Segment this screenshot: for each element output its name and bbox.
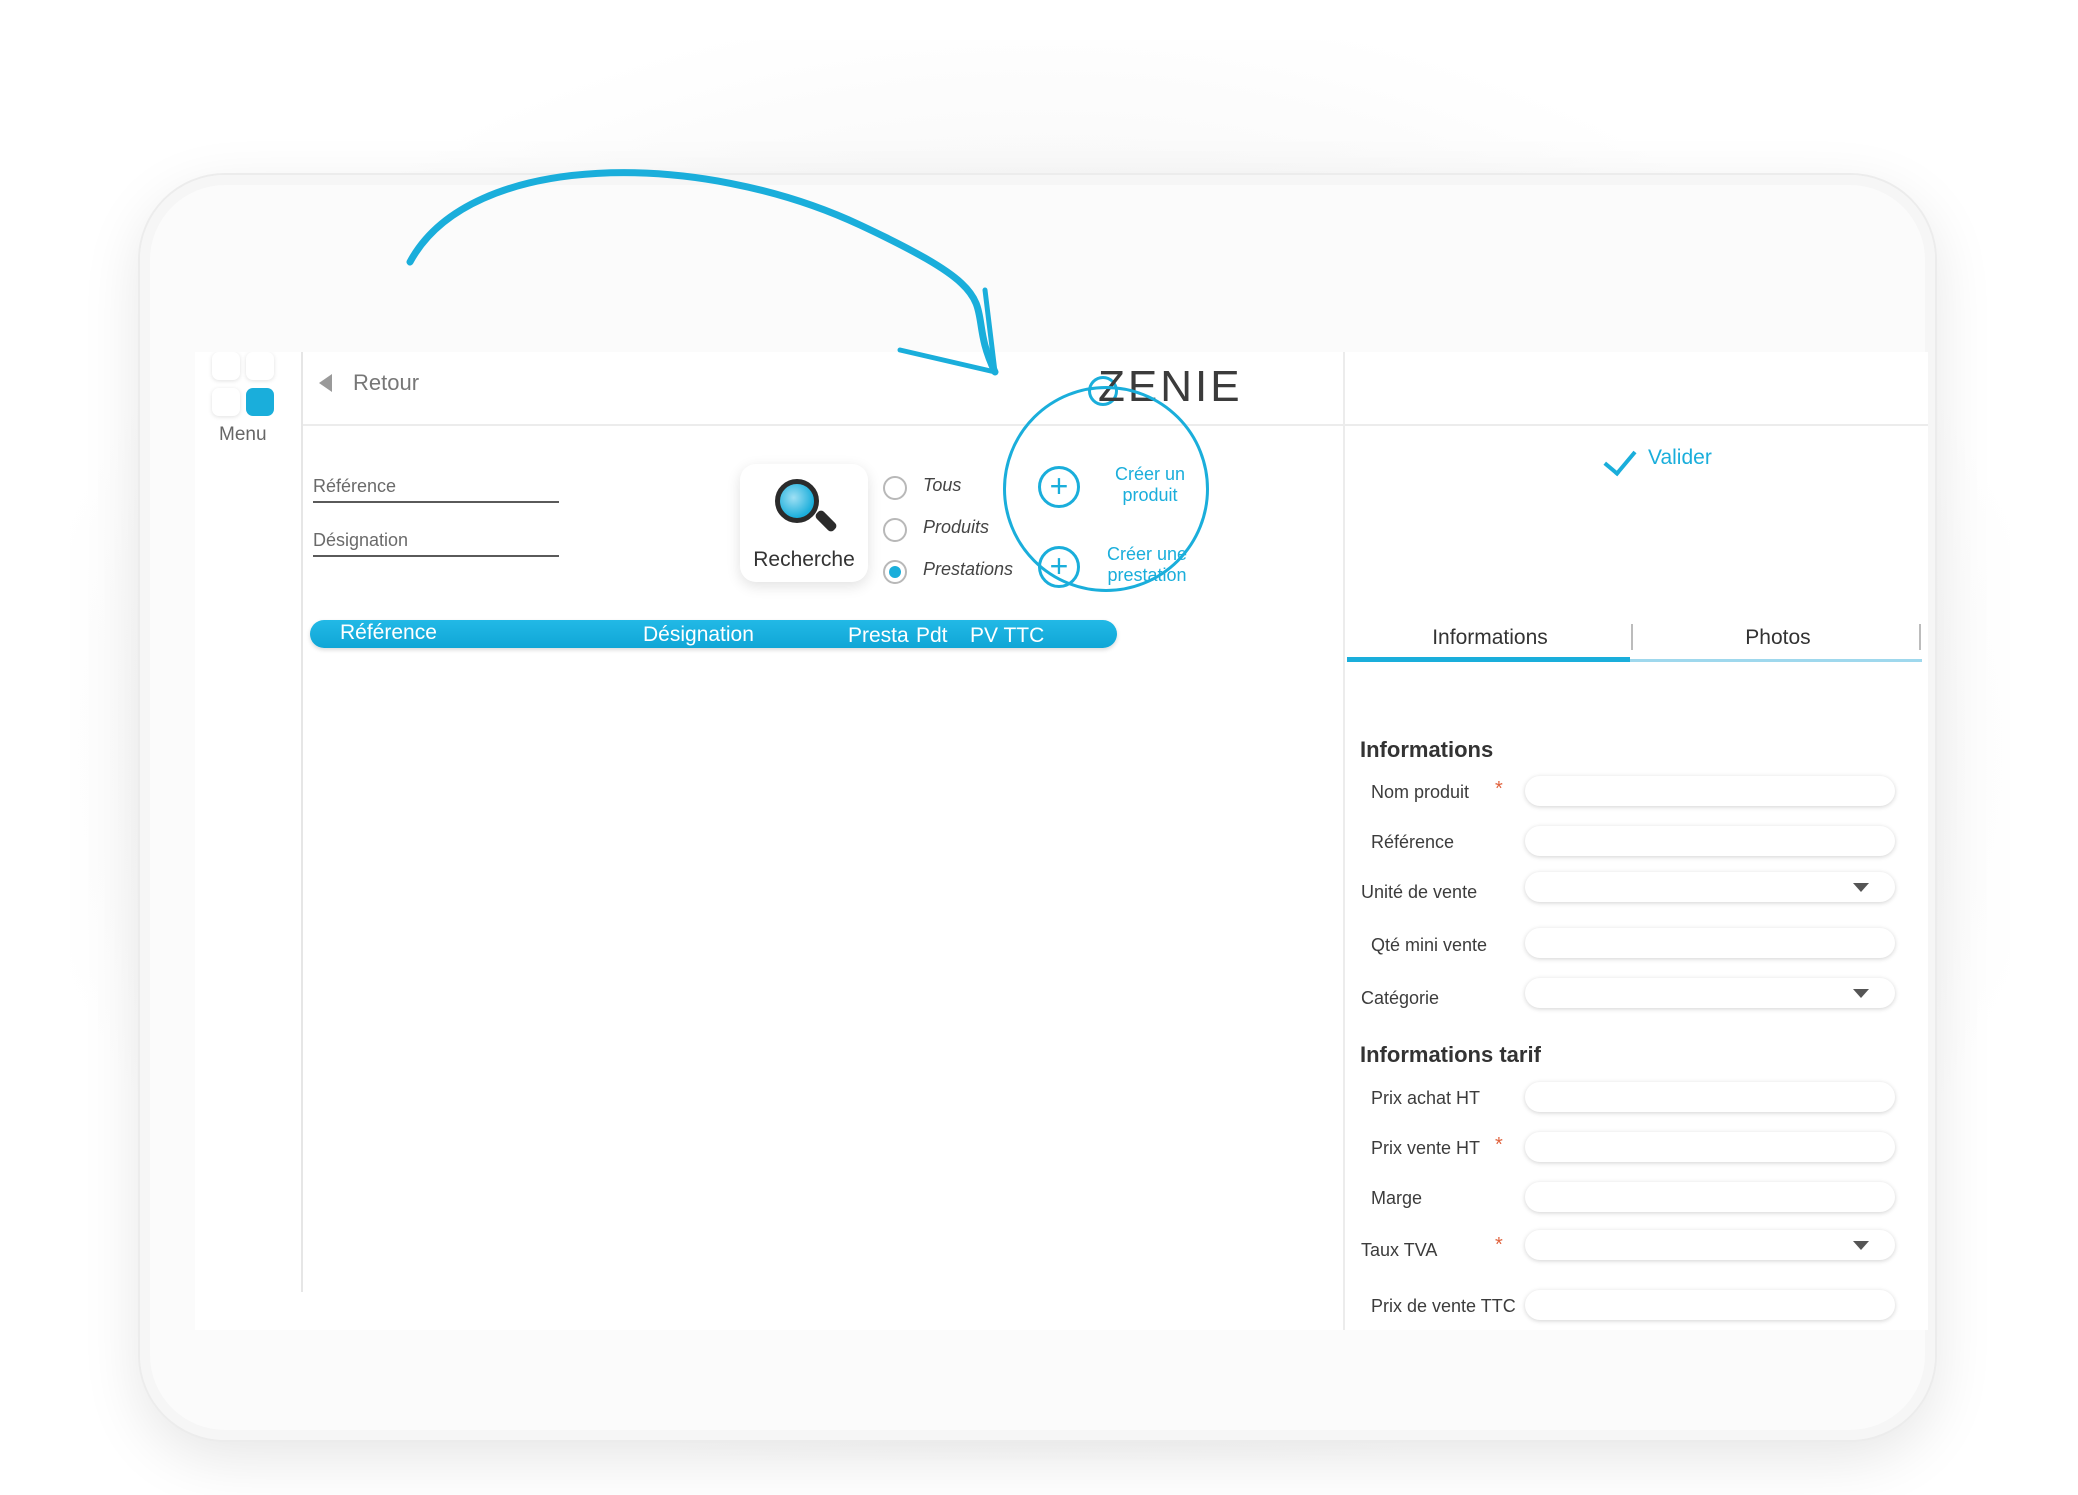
purchase-price-input[interactable]	[1525, 1082, 1895, 1112]
section-informations: Informations	[1360, 737, 1494, 762]
col-reference[interactable]: Référence	[340, 621, 437, 645]
col-product[interactable]: Pdt	[916, 624, 948, 648]
min-qty-input[interactable]	[1525, 928, 1895, 958]
search-button[interactable]: Recherche	[740, 464, 868, 582]
sales-unit-select[interactable]	[1525, 872, 1895, 902]
create-product-plus-icon[interactable]: +	[1038, 466, 1080, 508]
product-name-input[interactable]	[1525, 776, 1895, 806]
filter-all-label: Tous	[923, 475, 962, 495]
back-button[interactable]: Retour	[353, 370, 419, 396]
left-rail: Menu	[195, 352, 303, 1292]
back-arrow-icon[interactable]	[319, 374, 332, 392]
label-margin: Marge	[1371, 1188, 1423, 1208]
magnifier-icon	[775, 479, 819, 523]
tab-divider-end	[1919, 624, 1921, 650]
dropdown-caret-icon	[1853, 989, 1869, 998]
required-mark: *	[1495, 778, 1503, 800]
create-service-button[interactable]: Créer une prestation	[1084, 544, 1210, 586]
radio-all[interactable]	[883, 476, 907, 500]
required-mark: *	[1495, 1234, 1503, 1256]
col-designation[interactable]: Désignation	[643, 623, 754, 647]
create-product-button[interactable]: Créer un produit	[1090, 464, 1210, 506]
radio-services[interactable]	[883, 560, 907, 584]
label-vat-rate: Taux TVA	[1361, 1240, 1438, 1260]
create-service-plus-icon[interactable]: +	[1038, 546, 1080, 588]
required-mark: *	[1495, 1134, 1503, 1156]
tab-active-indicator	[1347, 657, 1630, 662]
label-reference: Référence	[1371, 832, 1455, 852]
sale-price-ht-input[interactable]	[1525, 1132, 1895, 1162]
label-product-name: Nom produit	[1371, 782, 1470, 802]
menu-grid-icon[interactable]	[212, 352, 276, 418]
search-button-label: Recherche	[753, 548, 855, 571]
designation-search-input[interactable]: Désignation	[313, 530, 559, 557]
label-sales-unit: Unité de vente	[1361, 882, 1478, 902]
tab-divider	[1631, 624, 1633, 650]
reference-search-input[interactable]: Référence	[313, 476, 559, 503]
results-table-header: Référence Désignation Presta Pdt PV TTC	[310, 620, 1117, 648]
filter-services-label: Prestations	[923, 559, 1014, 579]
section-pricing: Informations tarif	[1360, 1042, 1541, 1067]
sale-price-ttc-input[interactable]	[1525, 1290, 1895, 1320]
reference-input[interactable]	[1525, 826, 1895, 856]
tab-informations[interactable]: Informations	[1347, 626, 1633, 650]
app-screen: Menu Retour ZENIE Référence Désignation …	[195, 352, 1928, 1330]
dropdown-caret-icon	[1853, 1241, 1869, 1250]
validate-button[interactable]: Valider	[1648, 446, 1712, 470]
menu-label[interactable]: Menu	[219, 424, 267, 446]
vat-rate-select[interactable]	[1525, 1230, 1895, 1260]
dropdown-caret-icon	[1853, 883, 1869, 892]
tab-photos[interactable]: Photos	[1635, 626, 1921, 650]
category-select[interactable]	[1525, 978, 1895, 1008]
label-min-qty: Qté mini vente	[1371, 935, 1488, 955]
col-service[interactable]: Presta	[848, 624, 909, 648]
label-sale-price-ttc: Prix de vente TTC	[1371, 1296, 1516, 1316]
label-purchase-price: Prix achat HT	[1371, 1088, 1481, 1108]
col-price-ttc[interactable]: PV TTC	[970, 624, 1044, 648]
label-category: Catégorie	[1361, 988, 1440, 1008]
filter-products-label: Produits	[923, 517, 990, 537]
radio-products[interactable]	[883, 518, 907, 542]
margin-input[interactable]	[1525, 1182, 1895, 1212]
label-sale-price-ht: Prix vente HT	[1371, 1138, 1481, 1158]
